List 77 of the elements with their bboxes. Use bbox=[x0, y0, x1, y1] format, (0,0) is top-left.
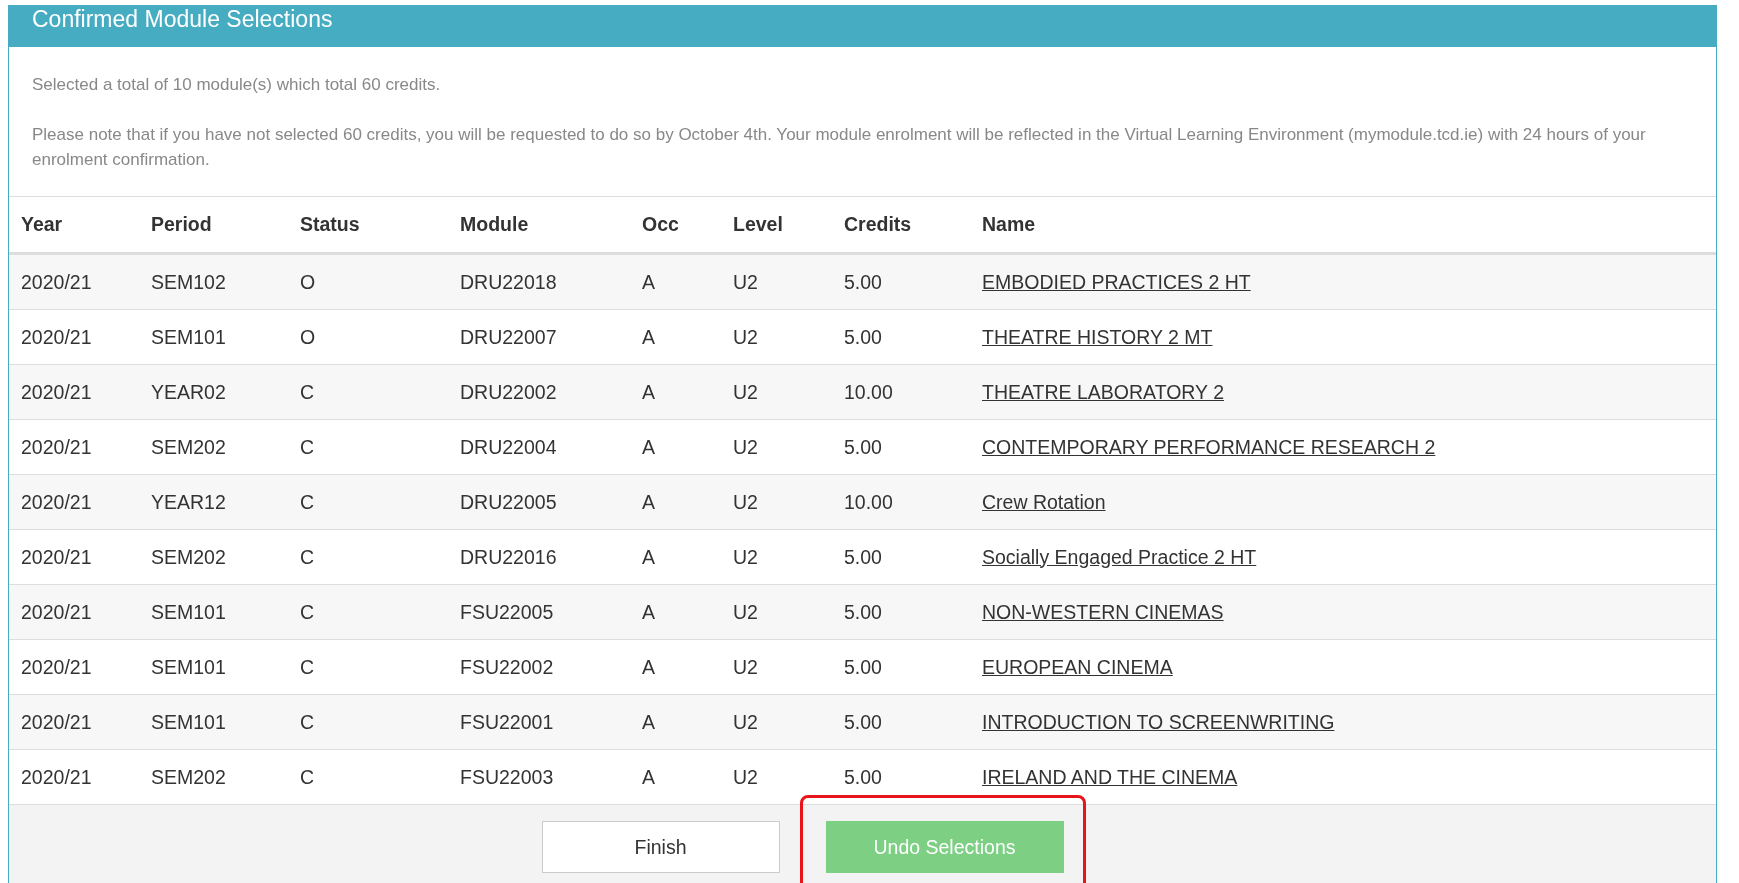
table-cell: FSU22002 bbox=[460, 639, 642, 695]
table-cell: 2020/21 bbox=[9, 584, 151, 640]
table-cell: O bbox=[300, 309, 460, 365]
module-link[interactable]: Crew Rotation bbox=[982, 490, 1106, 513]
table-cell: FSU22005 bbox=[460, 584, 642, 640]
table-cell: C bbox=[300, 639, 460, 695]
table-cell: 2020/21 bbox=[9, 309, 151, 365]
table-cell: SEM101 bbox=[151, 639, 300, 695]
table-cell: C bbox=[300, 529, 460, 585]
table-cell: A bbox=[642, 639, 733, 695]
table-cell: C bbox=[300, 364, 460, 420]
table-cell: 5.00 bbox=[844, 694, 982, 750]
table-cell: U2 bbox=[733, 474, 844, 530]
table-cell: 2020/21 bbox=[9, 419, 151, 475]
table-cell: U2 bbox=[733, 694, 844, 750]
table-cell: DRU22018 bbox=[460, 253, 642, 310]
module-link[interactable]: NON-WESTERN CINEMAS bbox=[982, 600, 1224, 623]
table-cell: SEM101 bbox=[151, 584, 300, 640]
module-link[interactable]: INTRODUCTION TO SCREENWRITING bbox=[982, 710, 1335, 733]
module-link[interactable]: EMBODIED PRACTICES 2 HT bbox=[982, 270, 1251, 293]
table-cell: U2 bbox=[733, 419, 844, 475]
table-cell: SEM202 bbox=[151, 529, 300, 585]
table-cell: U2 bbox=[733, 309, 844, 365]
table-cell: A bbox=[642, 584, 733, 640]
table-cell: 5.00 bbox=[844, 639, 982, 695]
table-cell: U2 bbox=[733, 253, 844, 310]
module-link[interactable]: THEATRE LABORATORY 2 bbox=[982, 380, 1225, 403]
table-cell: U2 bbox=[733, 584, 844, 640]
table-cell: YEAR12 bbox=[151, 474, 300, 530]
table-cell: 10.00 bbox=[844, 364, 982, 420]
table-cell: 5.00 bbox=[844, 584, 982, 640]
summary-text: Selected a total of 10 module(s) which total 60 credits. bbox=[32, 74, 442, 96]
table-cell: O bbox=[300, 253, 460, 310]
table-cell: 5.00 bbox=[844, 253, 982, 310]
table-cell: U2 bbox=[733, 364, 844, 420]
table-cell: SEM101 bbox=[151, 694, 300, 750]
table-cell: 2020/21 bbox=[9, 694, 151, 750]
table-cell: 2020/21 bbox=[9, 639, 151, 695]
module-link[interactable]: CONTEMPORARY PERFORMANCE RESEARCH 2 bbox=[982, 435, 1436, 458]
table-cell: DRU22005 bbox=[460, 474, 642, 530]
table-cell: 2020/21 bbox=[9, 529, 151, 585]
table-cell: A bbox=[642, 694, 733, 750]
panel-title: Confirmed Module Selections bbox=[32, 6, 333, 33]
table-cell: DRU22007 bbox=[460, 309, 642, 365]
module-link[interactable]: EUROPEAN CINEMA bbox=[982, 655, 1173, 678]
table-cell: U2 bbox=[733, 529, 844, 585]
table-cell: A bbox=[642, 253, 733, 310]
module-link[interactable]: THEATRE HISTORY 2 MT bbox=[982, 325, 1213, 348]
table-cell: YEAR02 bbox=[151, 364, 300, 420]
table-cell: A bbox=[642, 309, 733, 365]
module-link[interactable]: Socially Engaged Practice 2 HT bbox=[982, 545, 1257, 568]
table-cell: DRU22004 bbox=[460, 419, 642, 475]
table-cell: A bbox=[642, 419, 733, 475]
table-cell: 2020/21 bbox=[9, 253, 151, 310]
table-cell: C bbox=[300, 694, 460, 750]
table-cell: SEM102 bbox=[151, 253, 300, 310]
table-cell: 2020/21 bbox=[9, 364, 151, 420]
finish-button[interactable]: Finish bbox=[541, 821, 780, 873]
table-cell: A bbox=[642, 529, 733, 585]
table-cell: A bbox=[642, 364, 733, 420]
table-cell: C bbox=[300, 584, 460, 640]
table-cell: SEM101 bbox=[151, 309, 300, 365]
table-cell: 10.00 bbox=[844, 474, 982, 530]
table-cell: U2 bbox=[733, 639, 844, 695]
table-cell: DRU22016 bbox=[460, 529, 642, 585]
table-cell: 5.00 bbox=[844, 529, 982, 585]
table-cell: SEM202 bbox=[151, 419, 300, 475]
table-cell: 5.00 bbox=[844, 419, 982, 475]
table-cell: 2020/21 bbox=[9, 474, 151, 530]
note-text: Please note that if you have not selected 60 credits, you will be requested to do so by October 4th. Your module enrolment will be reflected in the Virtual Learning Environment (mymodule.tcd.ie) with 24 hours of your enrolment confirmation. bbox=[32, 124, 1647, 171]
table-cell: C bbox=[300, 419, 460, 475]
table-cell: FSU22001 bbox=[460, 694, 642, 750]
table-cell: C bbox=[300, 474, 460, 530]
table-cell: DRU22002 bbox=[460, 364, 642, 420]
module-link[interactable]: IRELAND AND THE CINEMA bbox=[982, 765, 1238, 788]
table-cell: 5.00 bbox=[844, 309, 982, 365]
table-cell: A bbox=[642, 474, 733, 530]
